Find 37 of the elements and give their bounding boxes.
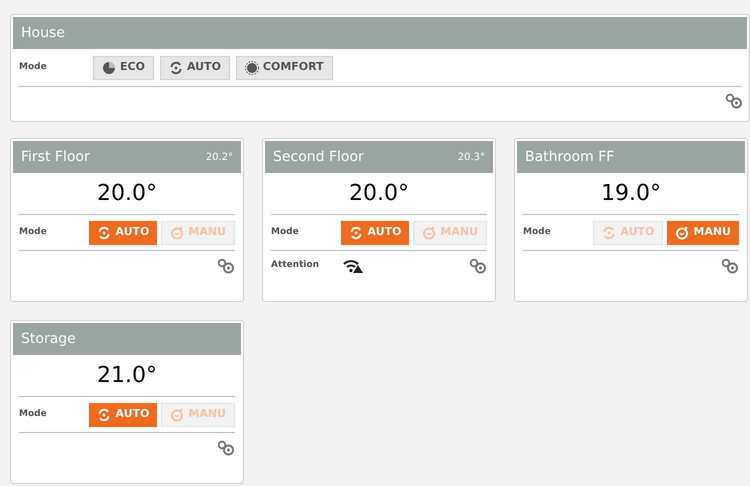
setpoint-temperature: 20.0° [97, 180, 157, 208]
attention-label: Attention [271, 259, 320, 272]
settings-icon[interactable] [217, 258, 235, 274]
panel-title: Second Floor [273, 148, 364, 166]
mode-button[interactable]: AUTO [89, 402, 158, 426]
setpoint-temperature: 21.0° [97, 362, 157, 390]
current-temperature: 20.2° [206, 150, 233, 164]
mode-label: Mode [523, 226, 551, 239]
mode-button[interactable]: ECO [93, 56, 154, 80]
mode-button[interactable]: AUTO [160, 56, 230, 80]
mode-label: Mode [19, 408, 47, 421]
half-circle-icon [102, 60, 116, 74]
panel-title: House [21, 24, 65, 42]
mode-label: Mode [19, 60, 48, 74]
mode-button[interactable]: MANU [667, 220, 739, 244]
setpoint-temperature: 19.0° [601, 180, 661, 208]
cycle-arrows-icon [97, 408, 112, 422]
settings-icon[interactable] [725, 93, 743, 109]
wifi-warning-icon [343, 259, 363, 273]
setpoint-temperature: 20.0° [349, 180, 409, 208]
cycle-arrows-icon [168, 60, 183, 74]
panel-title: Storage [21, 330, 76, 348]
sun-icon [244, 60, 259, 74]
current-temperature: 20.3° [458, 150, 485, 164]
cycle-arrows-icon [97, 226, 112, 240]
cycle-arrows-icon [602, 226, 616, 240]
cycle-arrows-icon [349, 226, 364, 240]
settings-icon[interactable] [217, 440, 235, 456]
settings-icon[interactable] [721, 258, 739, 274]
mode-label: Mode [19, 226, 47, 239]
settings-icon[interactable] [469, 258, 487, 274]
mode-button[interactable]: AUTO [89, 220, 158, 244]
mode-label: Mode [271, 226, 299, 239]
panel-title: First Floor [21, 148, 90, 166]
panel-title: Bathroom FF [525, 148, 614, 166]
mode-button[interactable]: COMFORT [236, 56, 333, 80]
mode-button[interactable]: AUTO [341, 220, 410, 244]
